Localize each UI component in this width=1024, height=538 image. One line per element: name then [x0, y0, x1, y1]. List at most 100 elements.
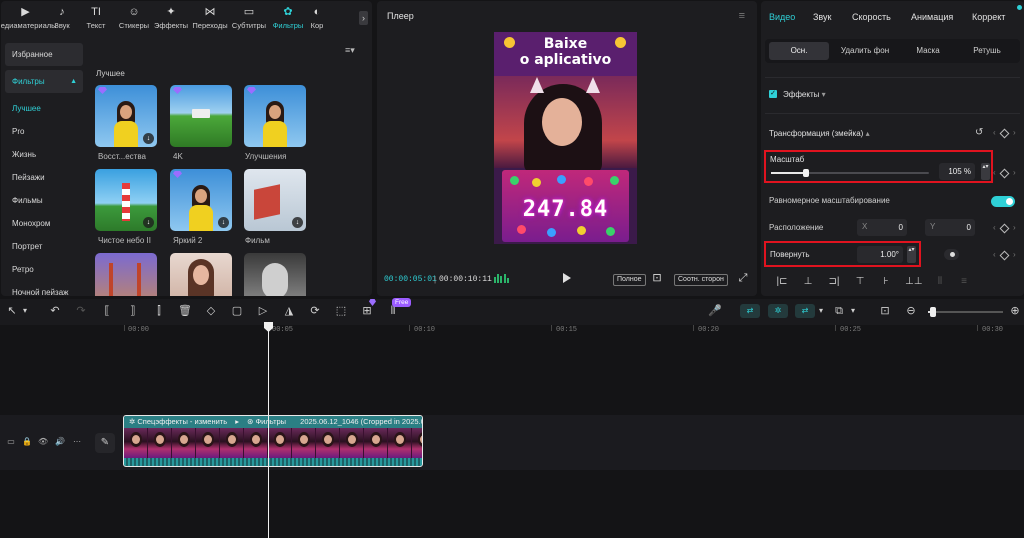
playhead[interactable] — [268, 324, 269, 538]
transform-section-label[interactable]: Трансформация (змейка) ▴ — [769, 129, 870, 138]
zoom-in-icon[interactable]: ⊕ — [1008, 304, 1022, 318]
filter-thumbnail[interactable]: ↓ — [95, 85, 157, 147]
prev-keyframe-icon[interactable]: ‹ — [993, 128, 996, 137]
lock-icon[interactable]: 🔒 — [22, 437, 32, 447]
filter-thumbnail[interactable]: ↓ — [244, 169, 306, 231]
tabs-scroll-right-icon[interactable]: › — [359, 11, 368, 25]
play-button[interactable] — [563, 273, 571, 283]
freeze-icon[interactable]: ▢ — [230, 304, 244, 318]
next-keyframe-icon[interactable]: › — [1013, 128, 1016, 137]
keyframe-icon[interactable] — [999, 250, 1010, 261]
tab-correction[interactable]: Коррект — [972, 12, 1005, 22]
chevron-down-icon[interactable]: ▾ — [822, 90, 826, 99]
tab-speed[interactable]: Скорость — [852, 12, 891, 22]
preview-window-icon[interactable]: ⊡ — [878, 304, 892, 318]
filter-thumbnail[interactable] — [95, 253, 157, 296]
reverse-icon[interactable]: ▷ — [256, 304, 270, 318]
next-keyframe-icon[interactable]: › — [1013, 223, 1016, 232]
fullscreen-icon[interactable]: ⤢ — [737, 272, 749, 284]
uniform-scale-toggle[interactable] — [991, 196, 1015, 207]
rotation-dial[interactable] — [944, 249, 959, 260]
aspect-ratio-button[interactable]: Соотн. сторон — [674, 274, 728, 286]
tab-video[interactable]: Видео — [769, 12, 795, 22]
download-icon[interactable]: ↓ — [143, 217, 154, 228]
category-night-landscape[interactable]: Ночной пейзаж — [5, 281, 83, 296]
chevron-down-icon[interactable]: ▾ — [846, 304, 860, 318]
tab-effects[interactable]: ✦ Эффекты — [152, 1, 190, 33]
timeline-zoom-slider[interactable] — [928, 307, 1003, 317]
tab-text[interactable]: TI Текст — [76, 1, 116, 33]
split-right-icon[interactable]: ⫿ — [152, 304, 166, 318]
mirror-icon[interactable]: ◮ — [282, 304, 296, 318]
eye-icon[interactable]: 👁 — [38, 437, 48, 447]
video-preview[interactable]: Baixe o aplicativo 247.84 — [494, 32, 637, 244]
keyframe-icon[interactable] — [999, 223, 1010, 234]
auto-reframe-icon[interactable]: ⊞ — [360, 304, 374, 318]
download-icon[interactable]: ↓ — [292, 217, 303, 228]
zoom-knob[interactable] — [930, 307, 936, 317]
tab-subtitles[interactable]: ▭ Субтитры — [230, 1, 268, 33]
marker-icon[interactable]: ◇ — [204, 304, 218, 318]
rotate-stepper[interactable]: ▴▾ — [907, 246, 916, 263]
more-icon[interactable]: ⋯ — [72, 437, 82, 447]
full-quality-button[interactable]: Полное — [613, 274, 646, 286]
next-keyframe-icon[interactable]: › — [1013, 168, 1016, 177]
keyframe-icon[interactable] — [999, 168, 1010, 179]
filter-thumbnail[interactable]: ↓ — [95, 169, 157, 231]
edit-icon[interactable]: ✎ — [95, 433, 115, 453]
scale-value-field[interactable]: 105 % — [939, 163, 975, 180]
align-right-icon[interactable]: ⊐| — [827, 275, 841, 289]
category-landscapes[interactable]: Пейзажи — [5, 166, 83, 189]
fit-screen-icon[interactable]: ⊡ — [651, 272, 663, 284]
sort-filter-icon[interactable]: ≡▾ — [345, 45, 355, 56]
main-track-magnet-icon[interactable]: ⇄ — [740, 304, 760, 318]
subtab-basic[interactable]: Осн. — [769, 42, 829, 60]
menu-icon[interactable]: ≡ — [739, 10, 745, 22]
scale-stepper[interactable]: ▴▾ — [981, 163, 990, 180]
prev-keyframe-icon[interactable]: ‹ — [993, 168, 996, 177]
effects-checkbox[interactable]: ✓ — [769, 90, 777, 98]
undo-icon[interactable]: ↶ — [48, 304, 62, 318]
delete-icon[interactable]: 🗑 — [178, 304, 192, 318]
video-clip[interactable]: ✲ Спецэффекты - изменить ▸ ⊛ Фильтры 202… — [123, 415, 423, 467]
linkage-icon[interactable]: ⇄ — [795, 304, 815, 318]
scale-slider[interactable] — [771, 169, 929, 177]
tab-stickers[interactable]: ☺ Стикеры — [116, 1, 152, 33]
microphone-icon[interactable]: 🎤 — [708, 304, 722, 318]
category-pro[interactable]: Pro — [5, 120, 83, 143]
filters-category-header[interactable]: Фильтры ▲ — [5, 70, 83, 93]
align-bottom-icon[interactable]: ⊥⊥ — [905, 275, 922, 289]
volume-icon[interactable]: 🔊 — [55, 437, 65, 447]
download-icon[interactable]: ↓ — [143, 133, 154, 144]
split-left-icon[interactable]: ⟧ — [126, 304, 140, 318]
crop-icon[interactable]: ⬚ — [334, 304, 348, 318]
category-monochrome[interactable]: Монохром — [5, 212, 83, 235]
align-left-icon[interactable]: |⊏ — [775, 275, 789, 289]
split-icon[interactable]: ⟦ — [100, 304, 114, 318]
reset-icon[interactable]: ↺ — [975, 127, 983, 138]
next-keyframe-icon[interactable]: › — [1013, 250, 1016, 259]
subtab-remove-bg[interactable]: Удалить фон — [833, 42, 897, 60]
auto-snap-icon[interactable]: ✲ — [768, 304, 788, 318]
chevron-down-icon[interactable]: ▾ — [18, 304, 32, 318]
keyframe-icon[interactable] — [999, 128, 1010, 139]
prev-keyframe-icon[interactable]: ‹ — [993, 223, 996, 232]
tab-adjust[interactable]: ◐ Кор — [308, 1, 326, 33]
category-portrait[interactable]: Портрет — [5, 235, 83, 258]
rotate-value-field[interactable]: 1.00° — [857, 246, 903, 263]
preview-axis-icon[interactable]: ⧉ — [832, 304, 846, 318]
tab-transitions[interactable]: ⋈ Переходы — [190, 1, 230, 33]
tab-sound[interactable]: ♪ Звук — [48, 1, 76, 33]
category-retro[interactable]: Ретро — [5, 258, 83, 281]
rotate-icon[interactable]: ⟳ — [308, 304, 322, 318]
zoom-out-icon[interactable]: ⊖ — [904, 304, 918, 318]
tab-filters[interactable]: ✿ Фильтры — [268, 1, 308, 33]
filter-thumbnail[interactable] — [244, 85, 306, 147]
subtab-mask[interactable]: Маска — [901, 42, 955, 60]
category-best[interactable]: Лучшее — [5, 97, 83, 120]
tab-media[interactable]: ▶Медиаматериалы — [1, 1, 57, 33]
time-ruler[interactable]: 00:00 00:05 00:10 00:15 00:20 00:25 00:3… — [122, 325, 1024, 339]
chevron-down-icon[interactable]: ▾ — [814, 304, 828, 318]
align-center-h-icon[interactable]: ⊥ — [801, 275, 815, 289]
category-life[interactable]: Жизнь — [5, 143, 83, 166]
